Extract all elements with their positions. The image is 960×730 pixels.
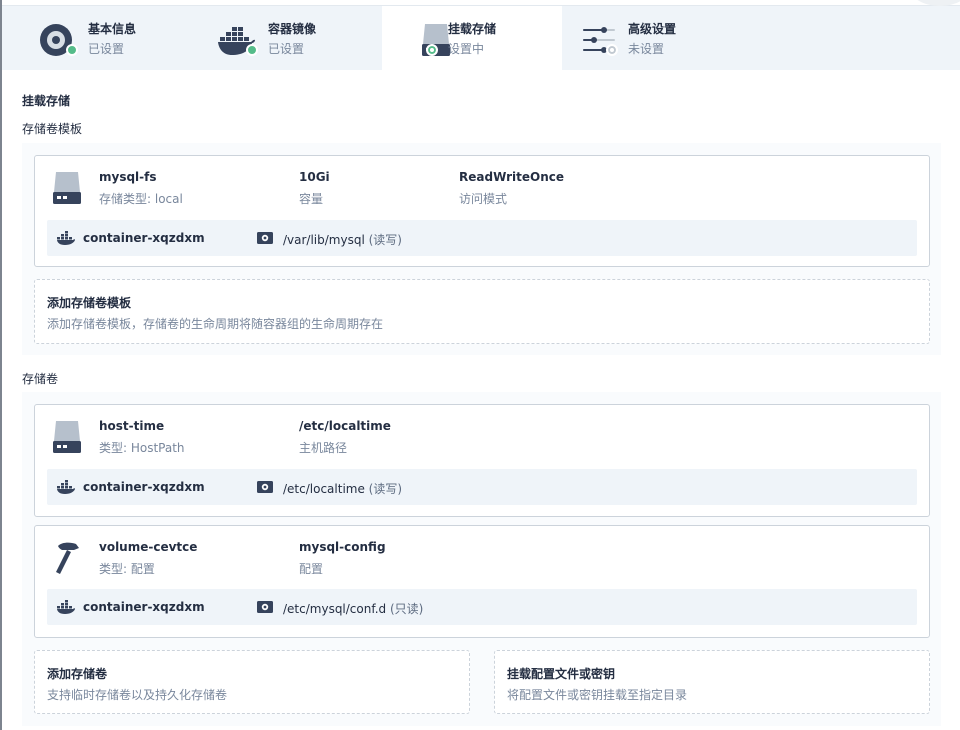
tab-advanced-settings[interactable]: 高级设置 未设置 [562,6,742,70]
add-template-desc: 添加存储卷模板，存储卷的生命周期将随容器组的生命周期存在 [47,317,384,331]
storage-disk-icon [53,421,81,453]
mount-disk-icon [257,601,273,613]
access-mode-value: ReadWriteOnce [459,170,564,184]
volume-type: 存储类型: local [99,192,183,206]
mount-path: /etc/localtime (读写) [283,482,403,496]
status-dot-not-set [606,44,618,56]
mount-config-or-secret-button[interactable]: 挂载配置文件或密钥 将配置文件或密钥挂载至指定目录 [494,650,930,714]
volume-card[interactable]: volume-cevtce 类型: 配置 mysql-config 配置 con… [34,525,930,638]
volume-template-card[interactable]: mysql-fs 存储类型: local 10Gi 容量 ReadWriteOn… [34,155,930,267]
mount-config-title: 挂载配置文件或密钥 [507,667,616,681]
config-label: 配置 [299,562,324,576]
mount-row: container-xqzdxm /etc/localtime (读写) [47,469,917,505]
volume-templates-panel: mysql-fs 存储类型: local 10Gi 容量 ReadWriteOn… [22,143,941,355]
volumes-panel: host-time 类型: HostPath /etc/localtime 主机… [22,392,941,726]
volume-type: 类型: 配置 [99,562,155,576]
docker-icon [57,231,75,245]
add-volume-template-button[interactable]: 添加存储卷模板 添加存储卷模板，存储卷的生命周期将随容器组的生命周期存在 [34,279,930,344]
mount-disk-icon [257,481,273,493]
mount-row: container-xqzdxm /var/lib/mysql (读写) [47,220,917,256]
add-volume-desc: 支持临时存储卷以及持久化存储卷 [47,688,228,702]
hammer-icon [56,542,79,574]
templates-heading: 存储卷模板 [22,122,83,136]
volume-name: mysql-fs [99,170,157,184]
container-name: container-xqzdxm [83,231,205,245]
capacity-value: 10Gi [299,170,330,184]
mount-config-desc: 将配置文件或密钥挂载至指定目录 [507,688,688,702]
add-volume-title: 添加存储卷 [47,667,108,681]
status-dot-in-progress [426,44,438,56]
step-title: 容器镜像 [268,22,317,36]
capacity-label: 容量 [299,192,324,206]
step-tabs: 基本信息 已设置 容器镜像 已设置 挂载存储 设置中 高级设置 未设置 [2,6,960,70]
docker-icon [57,600,75,614]
mount-path: /etc/mysql/conf.d (只读) [283,602,424,616]
volume-name: volume-cevtce [99,540,198,554]
mount-row: container-xqzdxm /etc/mysql/conf.d (只读) [47,589,917,625]
tab-mount-storage[interactable]: 挂载存储 设置中 [382,6,562,70]
status-dot-done [246,44,258,56]
volume-card[interactable]: host-time 类型: HostPath /etc/localtime 主机… [34,404,930,517]
page-title: 挂载存储 [22,94,71,108]
volume-type: 类型: HostPath [99,441,185,455]
step-status: 未设置 [628,42,665,56]
tab-basic-info[interactable]: 基本信息 已设置 [2,6,182,70]
docker-icon [57,480,75,494]
container-name: container-xqzdxm [83,480,205,494]
step-status: 已设置 [88,42,125,56]
volume-name: host-time [99,419,165,433]
tab-container-image[interactable]: 容器镜像 已设置 [182,6,362,70]
config-value: mysql-config [299,540,386,554]
access-mode-label: 访问模式 [459,192,508,206]
step-title: 基本信息 [88,22,137,36]
host-path-value: /etc/localtime [299,419,391,433]
status-dot-done [66,44,78,56]
mount-path: /var/lib/mysql (读写) [283,233,402,247]
step-status: 设置中 [448,42,485,56]
add-template-title: 添加存储卷模板 [47,296,132,310]
window-left-edge [0,0,2,730]
storage-disk-icon [53,172,81,204]
step-status: 已设置 [268,42,305,56]
host-path-label: 主机路径 [299,441,348,455]
add-volume-button[interactable]: 添加存储卷 支持临时存储卷以及持久化存储卷 [34,650,470,714]
container-name: container-xqzdxm [83,600,205,614]
step-title: 挂载存储 [448,22,497,36]
volumes-heading: 存储卷 [22,372,59,386]
step-title: 高级设置 [628,22,677,36]
mount-disk-icon [257,232,273,244]
